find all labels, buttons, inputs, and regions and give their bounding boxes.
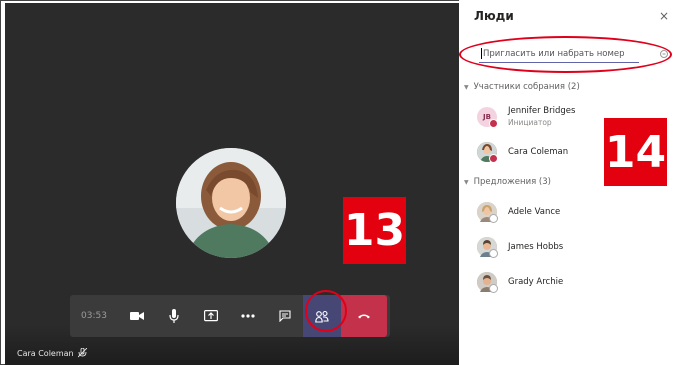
participants-section-header[interactable]: ▼ Участники собрания (2) bbox=[464, 82, 580, 92]
participants-header-label: Участники собрания (2) bbox=[473, 82, 580, 92]
offline-status-icon bbox=[489, 249, 498, 258]
avatar: JB bbox=[477, 106, 498, 128]
chat-button[interactable] bbox=[266, 295, 303, 337]
hang-up-icon bbox=[358, 314, 370, 319]
caller-name-label: Cara Coleman bbox=[17, 348, 87, 358]
share-screen-icon bbox=[203, 310, 218, 322]
participant-name: Cara Coleman bbox=[508, 147, 569, 157]
suggestion-adele-vance[interactable]: Adele Vance bbox=[477, 202, 561, 223]
caller-name: Cara Coleman bbox=[17, 348, 74, 358]
suggestion-grady-archie[interactable]: Grady Archie bbox=[477, 272, 564, 293]
suggestion-name: Adele Vance bbox=[508, 207, 561, 217]
close-panel-button[interactable]: × bbox=[659, 9, 669, 23]
microphone-icon bbox=[168, 309, 179, 323]
people-button-highlight bbox=[305, 290, 347, 332]
step-badge-14: 14 bbox=[604, 118, 667, 186]
avatar bbox=[477, 202, 498, 223]
suggestion-name: Grady Archie bbox=[508, 277, 564, 287]
microphone-button[interactable] bbox=[155, 295, 192, 337]
participant-cara-coleman[interactable]: Cara Coleman bbox=[477, 142, 569, 163]
call-timer: 03:53 bbox=[81, 311, 107, 321]
muted-microphone-icon bbox=[77, 348, 87, 358]
share-screen-button[interactable] bbox=[192, 295, 229, 337]
participant-role: Инициатор bbox=[508, 118, 552, 127]
avatar bbox=[477, 272, 498, 293]
invite-input-highlight bbox=[459, 36, 672, 73]
video-stage: 03:53 Cara Coleman bbox=[5, 3, 459, 365]
hang-up-button[interactable] bbox=[341, 295, 387, 337]
suggestions-section-header[interactable]: ▼ Предложения (3) bbox=[464, 177, 551, 187]
suggestion-james-hobbs[interactable]: James Hobbs bbox=[477, 237, 564, 258]
more-icon bbox=[240, 314, 255, 318]
caller-avatar bbox=[176, 148, 286, 258]
offline-status-icon bbox=[489, 284, 498, 293]
collapse-triangle-icon: ▼ bbox=[464, 83, 469, 91]
more-options-button[interactable] bbox=[229, 295, 266, 337]
suggestions-header-label: Предложения (3) bbox=[473, 177, 551, 187]
camera-icon bbox=[129, 312, 144, 320]
chat-icon bbox=[278, 310, 291, 322]
participant-jennifer-bridges[interactable]: JB Jennifer Bridges Инициатор bbox=[477, 106, 576, 128]
suggestion-name: James Hobbs bbox=[508, 242, 564, 252]
avatar bbox=[477, 237, 498, 258]
collapse-triangle-icon: ▼ bbox=[464, 178, 469, 186]
participant-name: Jennifer Bridges bbox=[508, 106, 576, 116]
busy-status-icon bbox=[489, 118, 498, 128]
avatar bbox=[477, 142, 498, 163]
busy-status-icon bbox=[489, 154, 498, 163]
step-badge-13: 13 bbox=[343, 197, 406, 264]
offline-status-icon bbox=[489, 214, 498, 223]
camera-button[interactable] bbox=[118, 295, 155, 337]
panel-title: Люди bbox=[474, 9, 514, 23]
